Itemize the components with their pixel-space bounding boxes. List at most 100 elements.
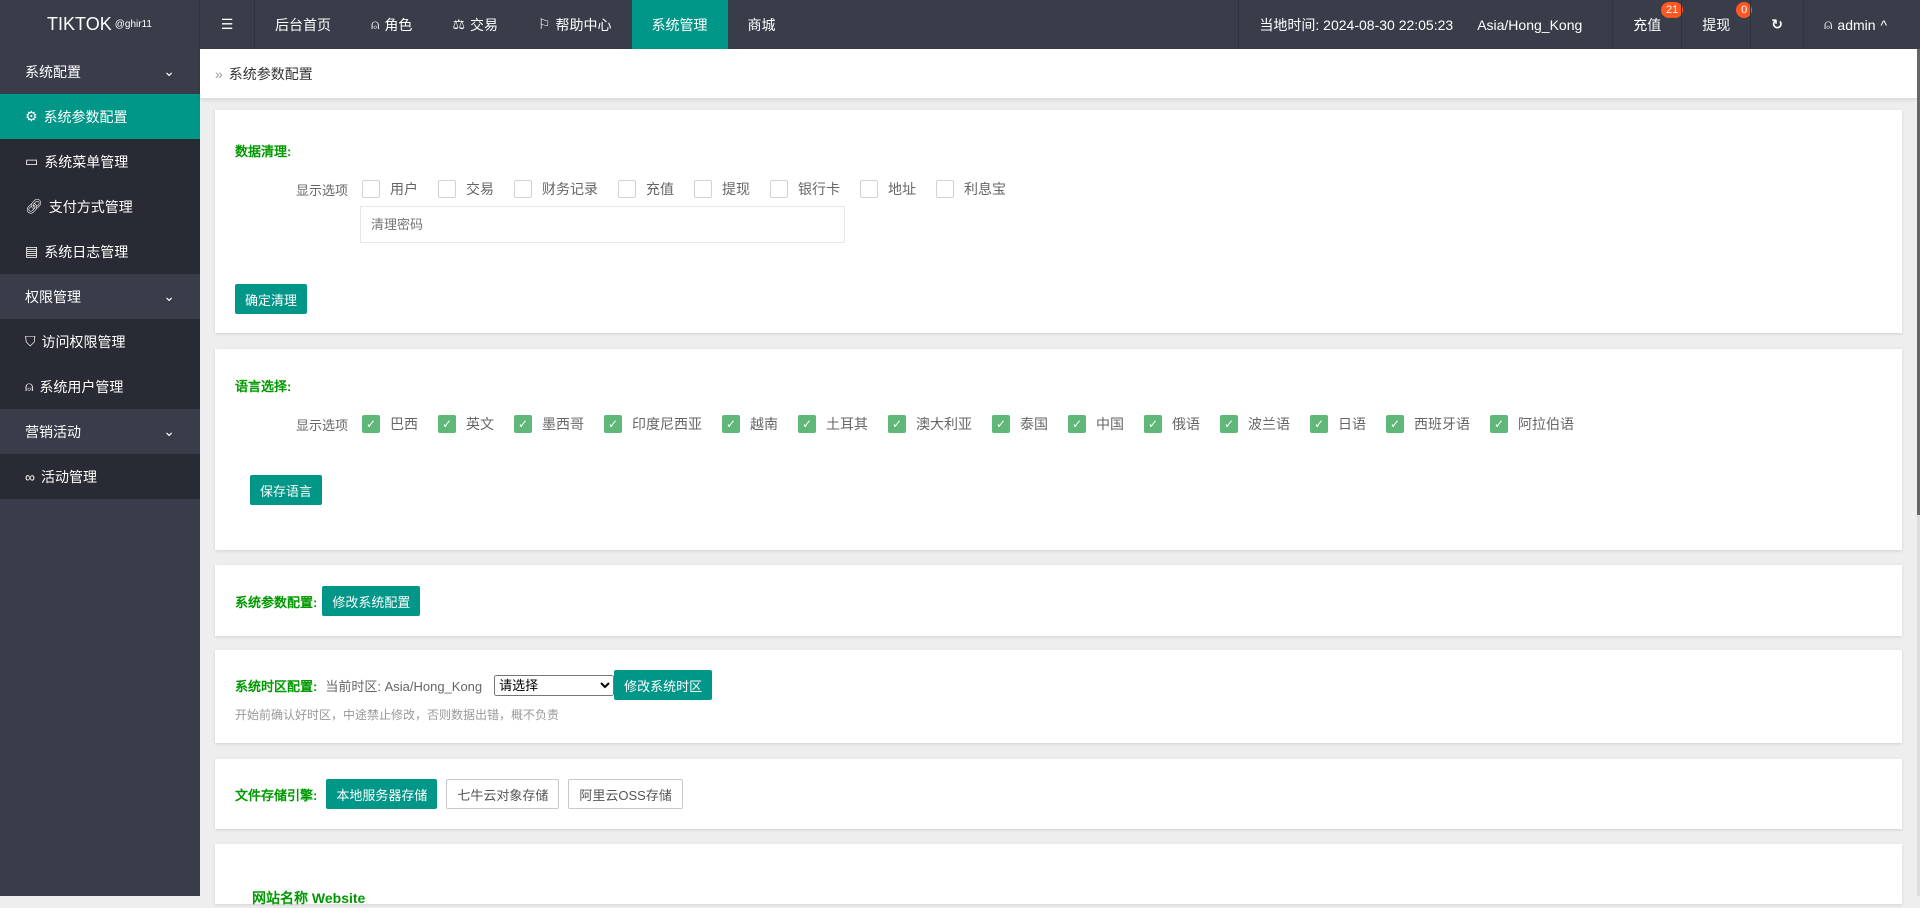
user-icon: ⍝ [1824,16,1833,32]
storage-card: 文件存储引擎: 本地服务器存储 七牛云对象存储 阿里云OSS存储 [215,759,1902,829]
language-option-label: 英文 [466,416,495,432]
nav-help[interactable]: ⚐ 帮助中心 [518,0,632,49]
logo: TIKTOK @ghir11 [0,0,200,49]
language-option-label: 土耳其 [826,416,869,432]
shield-icon: ⛉ [25,333,36,349]
sidebar-item-access[interactable]: ⛉ 访问权限管理 [0,319,200,364]
language-checkbox[interactable]: ✓ [1386,415,1405,433]
language-checkbox[interactable]: ✓ [992,415,1011,433]
menu-toggle-button[interactable]: ☰ [200,0,255,49]
nav-system[interactable]: 系统管理 [631,0,728,49]
chevron-up-icon: ^ [1880,16,1888,33]
sidebar-group-marketing[interactable]: 营销活动 ⌄ [0,409,200,454]
language-checkbox[interactable]: ✓ [798,415,817,433]
system-params-card: 系统参数配置: 修改系统配置 [215,565,1902,636]
cleanup-option-label: 银行卡 [798,181,841,197]
sidebar-item-payment[interactable]: 🔗︎ 支付方式管理 [0,184,200,229]
cleanup-option-label: 利息宝 [964,181,1007,197]
language-option-label: 巴西 [390,416,419,432]
language-checkbox[interactable]: ✓ [604,415,623,433]
cleanup-option-label: 用户 [390,181,419,197]
language-checkbox[interactable]: ✓ [1220,415,1239,433]
timezone-card: 系统时区配置: 当前时区: Asia/Hong_Kong 请选择 修改系统时区 开… [215,650,1902,743]
cleanup-option-label: 财务记录 [542,181,599,197]
cleanup-option-label: 地址 [888,181,917,197]
window-icon: ▭ [25,153,39,169]
cleanup-checkbox[interactable] [860,180,879,198]
recharge-link[interactable]: 充值 21 [1612,0,1684,49]
confirm-cleanup-button[interactable]: 确定清理 [235,284,308,314]
language-option-label: 俄语 [1172,416,1201,432]
language-option-label: 印度尼西亚 [632,416,703,432]
language-checkbox[interactable]: ✓ [722,415,741,433]
recharge-badge: 21 [1661,2,1684,18]
breadcrumb: » 系统参数配置 [200,49,1917,98]
refresh-button[interactable]: ↻ [1750,0,1803,49]
nav-home[interactable]: 后台首页 [255,0,351,49]
nav-trade[interactable]: ⚖ 交易 [432,0,518,49]
storage-local-button[interactable]: 本地服务器存储 [326,779,438,809]
link-icon: 🔗︎ [25,198,43,214]
language-option-label: 泰国 [1020,416,1049,432]
language-checkbox[interactable]: ✓ [1144,415,1163,433]
storage-qiniu-button[interactable]: 七牛云对象存储 [446,779,560,809]
language-checkbox[interactable]: ✓ [514,415,533,433]
cleanup-option-label: 充值 [646,181,675,197]
scale-icon: ⚖ [452,16,465,32]
language-checkbox[interactable]: ✓ [1310,415,1329,433]
gear-icon: ⚙ [25,108,38,124]
data-cleanup-card: 数据清理: 显示选项用户交易财务记录充值提现银行卡地址利息宝 确定清理 [215,110,1902,333]
sidebar-item-logs[interactable]: ▤ 系统日志管理 [0,229,200,274]
flag-icon: ⚐ [537,16,551,32]
storage-aliyun-button[interactable]: 阿里云OSS存储 [568,779,683,809]
language-checkbox[interactable]: ✓ [1490,415,1509,433]
double-chevron-icon: » [215,65,223,82]
cleanup-checkbox[interactable] [694,180,713,198]
sidebar-group-permissions[interactable]: 权限管理 ⌄ [0,274,200,319]
infinity-icon: ∞ [25,468,35,485]
menu-toggle-icon: ☰ [220,16,234,32]
withdraw-link[interactable]: 提现 0 [1681,0,1753,49]
user-icon: ⍝ [25,378,34,394]
language-option-label: 阿拉伯语 [1518,416,1575,432]
sidebar-item-activities[interactable]: ∞ 活动管理 [0,454,200,499]
language-option-label: 波兰语 [1248,416,1291,432]
save-language-button[interactable]: 保存语言 [250,475,323,505]
cleanup-checkbox[interactable] [362,180,381,198]
top-bar: TIKTOK @ghir11 ☰ 后台首页 ⍝ 角色 ⚖ 交易 ⚐ 帮助中心 系统管理 … [0,0,1920,49]
language-checkbox[interactable]: ✓ [1068,415,1087,433]
cleanup-checkbox[interactable] [514,180,533,198]
refresh-icon: ↻ [1771,16,1783,32]
cleanup-option-label: 交易 [466,181,495,197]
user-icon: ⍝ [371,16,380,32]
language-checkbox[interactable]: ✓ [438,415,457,433]
sidebar: 系统配置 ⌄ ⚙ 系统参数配置 ▭ 系统菜单管理 🔗︎ 支付方式管理 ▤ 系统日志管理 权… [0,49,200,896]
sidebar-item-users[interactable]: ⍝ 系统用户管理 [0,364,200,409]
chevron-down-icon: ⌄ [163,63,175,79]
clipboard-icon: ▤ [25,243,39,259]
edit-timezone-button[interactable]: 修改系统时区 [614,670,713,700]
language-card: 语言选择: 显示选项 ✓ 巴西 ✓ 英文 ✓ 墨西哥 ✓ 印度尼西亚 ✓ 越南 ✓ 土耳其 ✓ 澳大利亚 ✓ 泰… [215,349,1902,550]
cleanup-checkbox[interactable] [770,180,789,198]
edit-system-config-button[interactable]: 修改系统配置 [322,586,421,616]
language-option-label: 日语 [1338,416,1367,432]
cleanup-checkbox[interactable] [936,180,955,198]
user-menu[interactable]: ⍝ admin ^ [1803,0,1920,49]
language-checkbox[interactable]: ✓ [888,415,907,433]
nav-role[interactable]: ⍝ 角色 [351,0,432,49]
cleanup-option-label: 提现 [722,181,751,197]
language-option-label: 西班牙语 [1414,416,1471,432]
sidebar-item-menu-manage[interactable]: ▭ 系统菜单管理 [0,139,200,184]
language-checkbox[interactable]: ✓ [362,415,381,433]
cleanup-checkbox[interactable] [438,180,457,198]
timezone-select[interactable]: 请选择 [494,674,615,696]
language-option-label: 墨西哥 [542,416,585,432]
nav-shop[interactable]: 商城 [728,0,796,49]
cleanup-checkbox[interactable] [618,180,637,198]
language-option-label: 中国 [1096,416,1125,432]
sidebar-item-system-params[interactable]: ⚙ 系统参数配置 [0,94,200,139]
cleanup-password-input[interactable] [360,206,845,243]
sidebar-group-system-config[interactable]: 系统配置 ⌄ [0,49,200,94]
chevron-down-icon: ⌄ [163,423,175,439]
chevron-down-icon: ⌄ [163,288,175,304]
